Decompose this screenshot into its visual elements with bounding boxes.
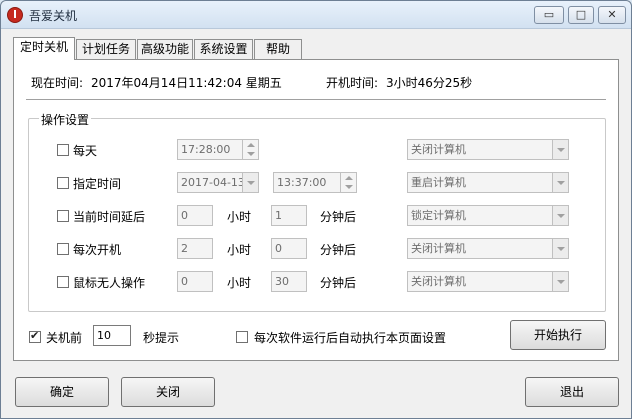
idle-hours-unit: 小时 — [227, 276, 252, 290]
spinner-icon[interactable] — [242, 140, 258, 159]
uptime-label: 开机时间: — [326, 76, 379, 90]
specified-time-input[interactable]: 13:37:00 — [273, 172, 357, 193]
close-window-button[interactable]: ✕ — [598, 6, 626, 24]
idle-hours-input[interactable]: 0 — [177, 271, 213, 292]
prompt-label-after: 秒提示 — [143, 331, 180, 345]
idle-minutes-unit: 分钟后 — [320, 276, 357, 290]
operation-settings-group: 操作设置 每天 17:28:00 关闭计算机 指定时间 2017-04-13 1… — [28, 111, 606, 312]
window-title: 吾爱关机 — [29, 9, 78, 23]
ok-button[interactable]: 确定 — [15, 377, 109, 407]
group-title: 操作设置 — [39, 111, 92, 128]
idle-action-value: 关闭计算机 — [411, 275, 466, 288]
auto-exec-label: 每次软件运行后自动执行本页面设置 — [254, 331, 447, 345]
on-boot-hours-input[interactable]: 2 — [177, 238, 213, 259]
on-boot-action-value: 关闭计算机 — [411, 242, 466, 255]
tab-advanced[interactable]: 高级功能 — [137, 39, 193, 59]
divider — [26, 99, 606, 101]
auto-exec-checkbox[interactable] — [236, 331, 248, 343]
specified-time-value: 13:37:00 — [277, 176, 327, 189]
close-button[interactable]: 关闭 — [121, 377, 215, 407]
delay-checkbox[interactable] — [57, 210, 69, 222]
on-boot-action-select[interactable]: 关闭计算机 — [407, 238, 569, 259]
on-boot-label: 每次开机 — [73, 243, 122, 257]
uptime-value: 3小时46分25秒 — [386, 76, 473, 90]
delay-action-value: 锁定计算机 — [411, 209, 466, 222]
maximize-button[interactable]: □ — [568, 6, 594, 24]
tab-system-settings[interactable]: 系统设置 — [194, 39, 253, 59]
specified-action-value: 重启计算机 — [411, 176, 466, 189]
prompt-seconds-input[interactable]: 10 — [93, 325, 131, 346]
chevron-down-icon[interactable] — [552, 272, 568, 291]
daily-action-value: 关闭计算机 — [411, 143, 466, 156]
daily-time-value: 17:28:00 — [181, 143, 231, 156]
daily-action-select[interactable]: 关闭计算机 — [407, 139, 569, 160]
on-boot-minutes-input[interactable]: 0 — [271, 238, 307, 259]
spinner-icon[interactable] — [340, 173, 356, 192]
daily-time-input[interactable]: 17:28:00 — [177, 139, 259, 160]
chevron-down-icon[interactable] — [242, 173, 258, 192]
chevron-down-icon[interactable] — [552, 206, 568, 225]
exit-button[interactable]: 退出 — [525, 377, 619, 407]
chevron-down-icon[interactable] — [552, 140, 568, 159]
delay-hours-unit: 小时 — [227, 210, 252, 224]
delay-hours-input[interactable]: 0 — [177, 205, 213, 226]
on-boot-minutes-unit: 分钟后 — [320, 243, 357, 257]
delay-label: 当前时间延后 — [73, 210, 146, 224]
delay-minutes-input[interactable]: 1 — [271, 205, 307, 226]
idle-minutes-input[interactable]: 30 — [271, 271, 307, 292]
idle-mouse-checkbox[interactable] — [57, 276, 69, 288]
current-time-value: 2017年04月14日11:42:04 星期五 — [91, 76, 282, 90]
chevron-down-icon[interactable] — [552, 173, 568, 192]
main-window: 吾爱关机 ▭ □ ✕ 定时关机 计划任务 高级功能 系统设置 帮助 现在时间: … — [0, 0, 632, 419]
specified-time-label: 指定时间 — [73, 177, 122, 191]
delay-minutes-unit: 分钟后 — [320, 210, 357, 224]
specified-time-checkbox[interactable] — [57, 177, 69, 189]
on-boot-checkbox[interactable] — [57, 243, 69, 255]
specified-date-select[interactable]: 2017-04-13 — [177, 172, 259, 193]
specified-date-value: 2017-04-13 — [181, 176, 245, 189]
current-time-label: 现在时间: — [31, 76, 84, 90]
tab-help[interactable]: 帮助 — [254, 39, 302, 59]
title-bar: 吾爱关机 ▭ □ ✕ — [1, 1, 631, 29]
daily-checkbox[interactable] — [57, 144, 69, 156]
on-boot-hours-unit: 小时 — [227, 243, 252, 257]
idle-action-select[interactable]: 关闭计算机 — [407, 271, 569, 292]
tab-timed-shutdown[interactable]: 定时关机 — [13, 37, 75, 60]
specified-action-select[interactable]: 重启计算机 — [407, 172, 569, 193]
minimize-button[interactable]: ▭ — [534, 6, 564, 24]
power-icon — [7, 7, 23, 23]
start-button[interactable]: 开始执行 — [510, 320, 606, 350]
daily-label: 每天 — [73, 144, 98, 158]
tab-panel: 现在时间: 2017年04月14日11:42:04 星期五 开机时间: 3小时4… — [13, 59, 619, 361]
idle-mouse-label: 鼠标无人操作 — [73, 276, 146, 290]
prompt-checkbox[interactable] — [29, 329, 41, 343]
tab-scheduled-tasks[interactable]: 计划任务 — [76, 39, 136, 59]
prompt-label-before: 关机前 — [46, 331, 83, 345]
chevron-down-icon[interactable] — [552, 239, 568, 258]
delay-action-select[interactable]: 锁定计算机 — [407, 205, 569, 226]
